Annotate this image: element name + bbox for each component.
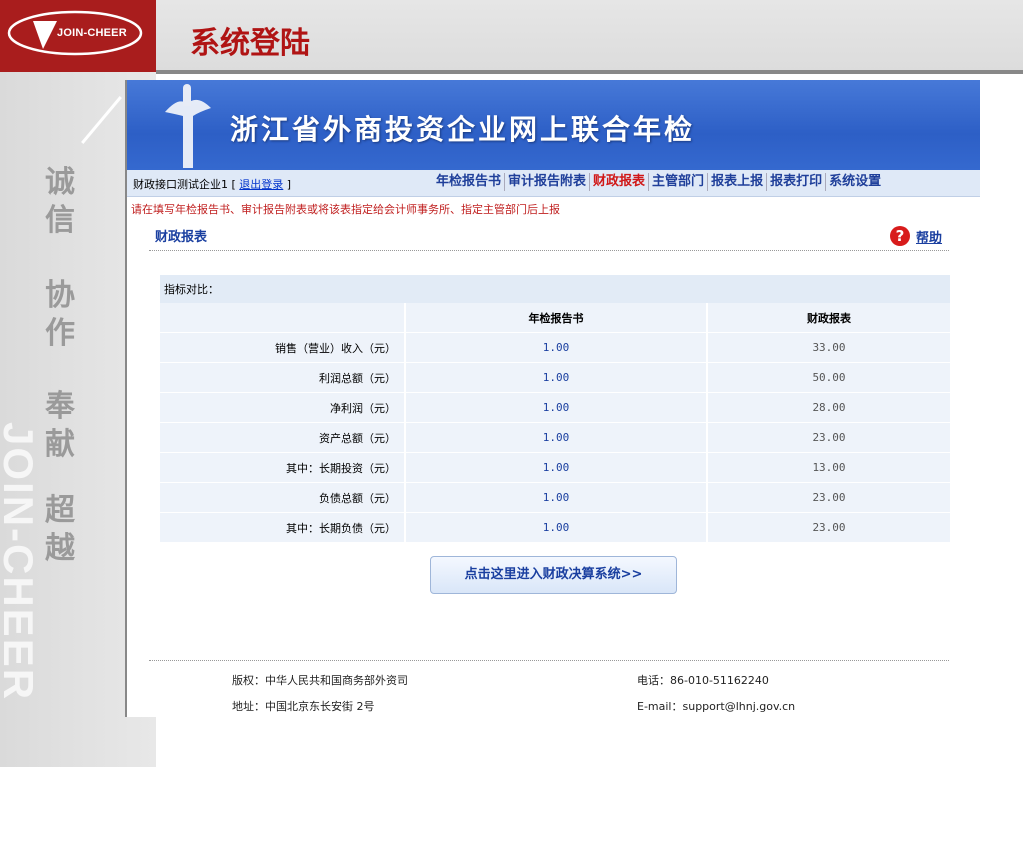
table-caption: 指标对比： bbox=[160, 275, 950, 303]
table-row: 负债总额（元） 1.00 23.00 bbox=[160, 482, 950, 513]
huabiao-pillar-icon bbox=[165, 84, 211, 168]
report-value: 1.00 bbox=[404, 362, 707, 393]
row-label: 其中：长期投资（元） bbox=[160, 452, 405, 483]
help-link[interactable]: ? 帮助 bbox=[890, 226, 942, 246]
user-info: 财政接口测试企业1 [ 退出登录 ] bbox=[133, 176, 291, 192]
web-app-screenshot: 浙江省外商投资企业网上联合年检 财政接口测试企业1 [ 退出登录 ] 年检报告书… bbox=[125, 80, 980, 717]
row-label: 利润总额（元） bbox=[160, 362, 405, 393]
finance-value: 23.00 bbox=[706, 512, 950, 542]
report-value: 1.00 bbox=[404, 332, 707, 363]
value-char: 超 bbox=[45, 493, 75, 528]
value-char: 作 bbox=[45, 316, 75, 351]
nav-print-report[interactable]: 报表打印 bbox=[767, 173, 827, 191]
footer-phone: 电话：86-010-51162240 bbox=[637, 674, 769, 687]
question-icon[interactable]: ? bbox=[890, 226, 910, 246]
nav-submit-report[interactable]: 报表上报 bbox=[708, 173, 768, 191]
logout-link[interactable]: 退出登录 bbox=[239, 178, 283, 191]
nav-financial-statement[interactable]: 财政报表 bbox=[590, 173, 650, 191]
column-header: 年检报告书 bbox=[404, 303, 707, 333]
comparison-table: 指标对比： 年检报告书 财政报表 销售（营业）收入（元） 1.00 33.00 … bbox=[160, 275, 950, 542]
value-char: 越 bbox=[45, 531, 75, 566]
nav-authority[interactable]: 主管部门 bbox=[649, 173, 709, 191]
column-header bbox=[160, 303, 405, 333]
enter-finance-system-button[interactable]: 点击这里进入财政决算系统>> bbox=[430, 556, 677, 594]
app-title: 浙江省外商投资企业网上联合年检 bbox=[230, 113, 696, 146]
nav-audit-attachment[interactable]: 审计报告附表 bbox=[505, 173, 591, 191]
report-value: 1.00 bbox=[404, 452, 707, 483]
company-logo: JOIN-CHEER bbox=[0, 0, 156, 72]
nav-annual-report[interactable]: 年检报告书 bbox=[433, 173, 506, 191]
row-label: 销售（营业）收入（元） bbox=[160, 332, 405, 363]
slide-title: 系统登陆 bbox=[190, 26, 310, 61]
table-row: 利润总额（元） 1.00 50.00 bbox=[160, 362, 950, 393]
user-name: 财政接口测试企业1 [ bbox=[133, 178, 236, 191]
value-char: 协 bbox=[45, 278, 75, 313]
report-value: 1.00 bbox=[404, 512, 707, 542]
row-label: 资产总额（元） bbox=[160, 422, 405, 453]
value-char: 奉 bbox=[45, 389, 75, 424]
report-value: 1.00 bbox=[404, 482, 707, 513]
footer-address: 地址：中国北京东长安街 2号 bbox=[232, 700, 375, 713]
nav-bar: 财政接口测试企业1 [ 退出登录 ] 年检报告书 审计报告附表 财政报表 主管部… bbox=[127, 170, 980, 197]
logo-text: JOIN-CHEER bbox=[57, 27, 127, 39]
value-char: 诚 bbox=[45, 165, 75, 200]
divider bbox=[149, 250, 949, 251]
footer-copyright: 版权：中华人民共和国商务部外资司 bbox=[232, 674, 408, 687]
table-row: 其中：长期负债（元） 1.00 23.00 bbox=[160, 512, 950, 542]
table-row: 资产总额（元） 1.00 23.00 bbox=[160, 422, 950, 453]
help-label[interactable]: 帮助 bbox=[916, 227, 942, 246]
finance-value: 28.00 bbox=[706, 392, 950, 423]
notice-text: 请在填写年检报告书、审计报告附表或将该表指定给会计师事务所、指定主管部门后上报 bbox=[131, 203, 560, 216]
column-header: 财政报表 bbox=[706, 303, 950, 333]
value-char: 献 bbox=[45, 427, 75, 462]
report-value: 1.00 bbox=[404, 392, 707, 423]
row-label: 净利润（元） bbox=[160, 392, 405, 423]
watermark-text: JOIN-CHEER bbox=[0, 422, 42, 702]
footer-email: E-mail：support@lhnj.gov.cn bbox=[637, 700, 796, 713]
finance-value: 23.00 bbox=[706, 422, 950, 453]
nav-settings[interactable]: 系统设置 bbox=[826, 173, 884, 191]
title-divider bbox=[156, 70, 1023, 74]
table-row: 净利润（元） 1.00 28.00 bbox=[160, 392, 950, 423]
finance-value: 50.00 bbox=[706, 362, 950, 393]
table-row: 其中：长期投资（元） 1.00 13.00 bbox=[160, 452, 950, 483]
report-value: 1.00 bbox=[404, 422, 707, 453]
finance-value: 23.00 bbox=[706, 482, 950, 513]
finance-value: 13.00 bbox=[706, 452, 950, 483]
user-suffix: ] bbox=[286, 178, 292, 191]
row-label: 负债总额（元） bbox=[160, 482, 405, 513]
main-nav: 年检报告书 审计报告附表 财政报表 主管部门 报表上报 报表打印 系统设置 bbox=[433, 173, 884, 191]
footer-divider bbox=[149, 660, 949, 661]
app-banner: 浙江省外商投资企业网上联合年检 bbox=[127, 80, 980, 170]
section-title: 财政报表 bbox=[155, 230, 208, 245]
row-label: 其中：长期负债（元） bbox=[160, 512, 405, 542]
value-char: 信 bbox=[45, 203, 75, 238]
finance-value: 33.00 bbox=[706, 332, 950, 363]
table-row: 销售（营业）收入（元） 1.00 33.00 bbox=[160, 332, 950, 363]
